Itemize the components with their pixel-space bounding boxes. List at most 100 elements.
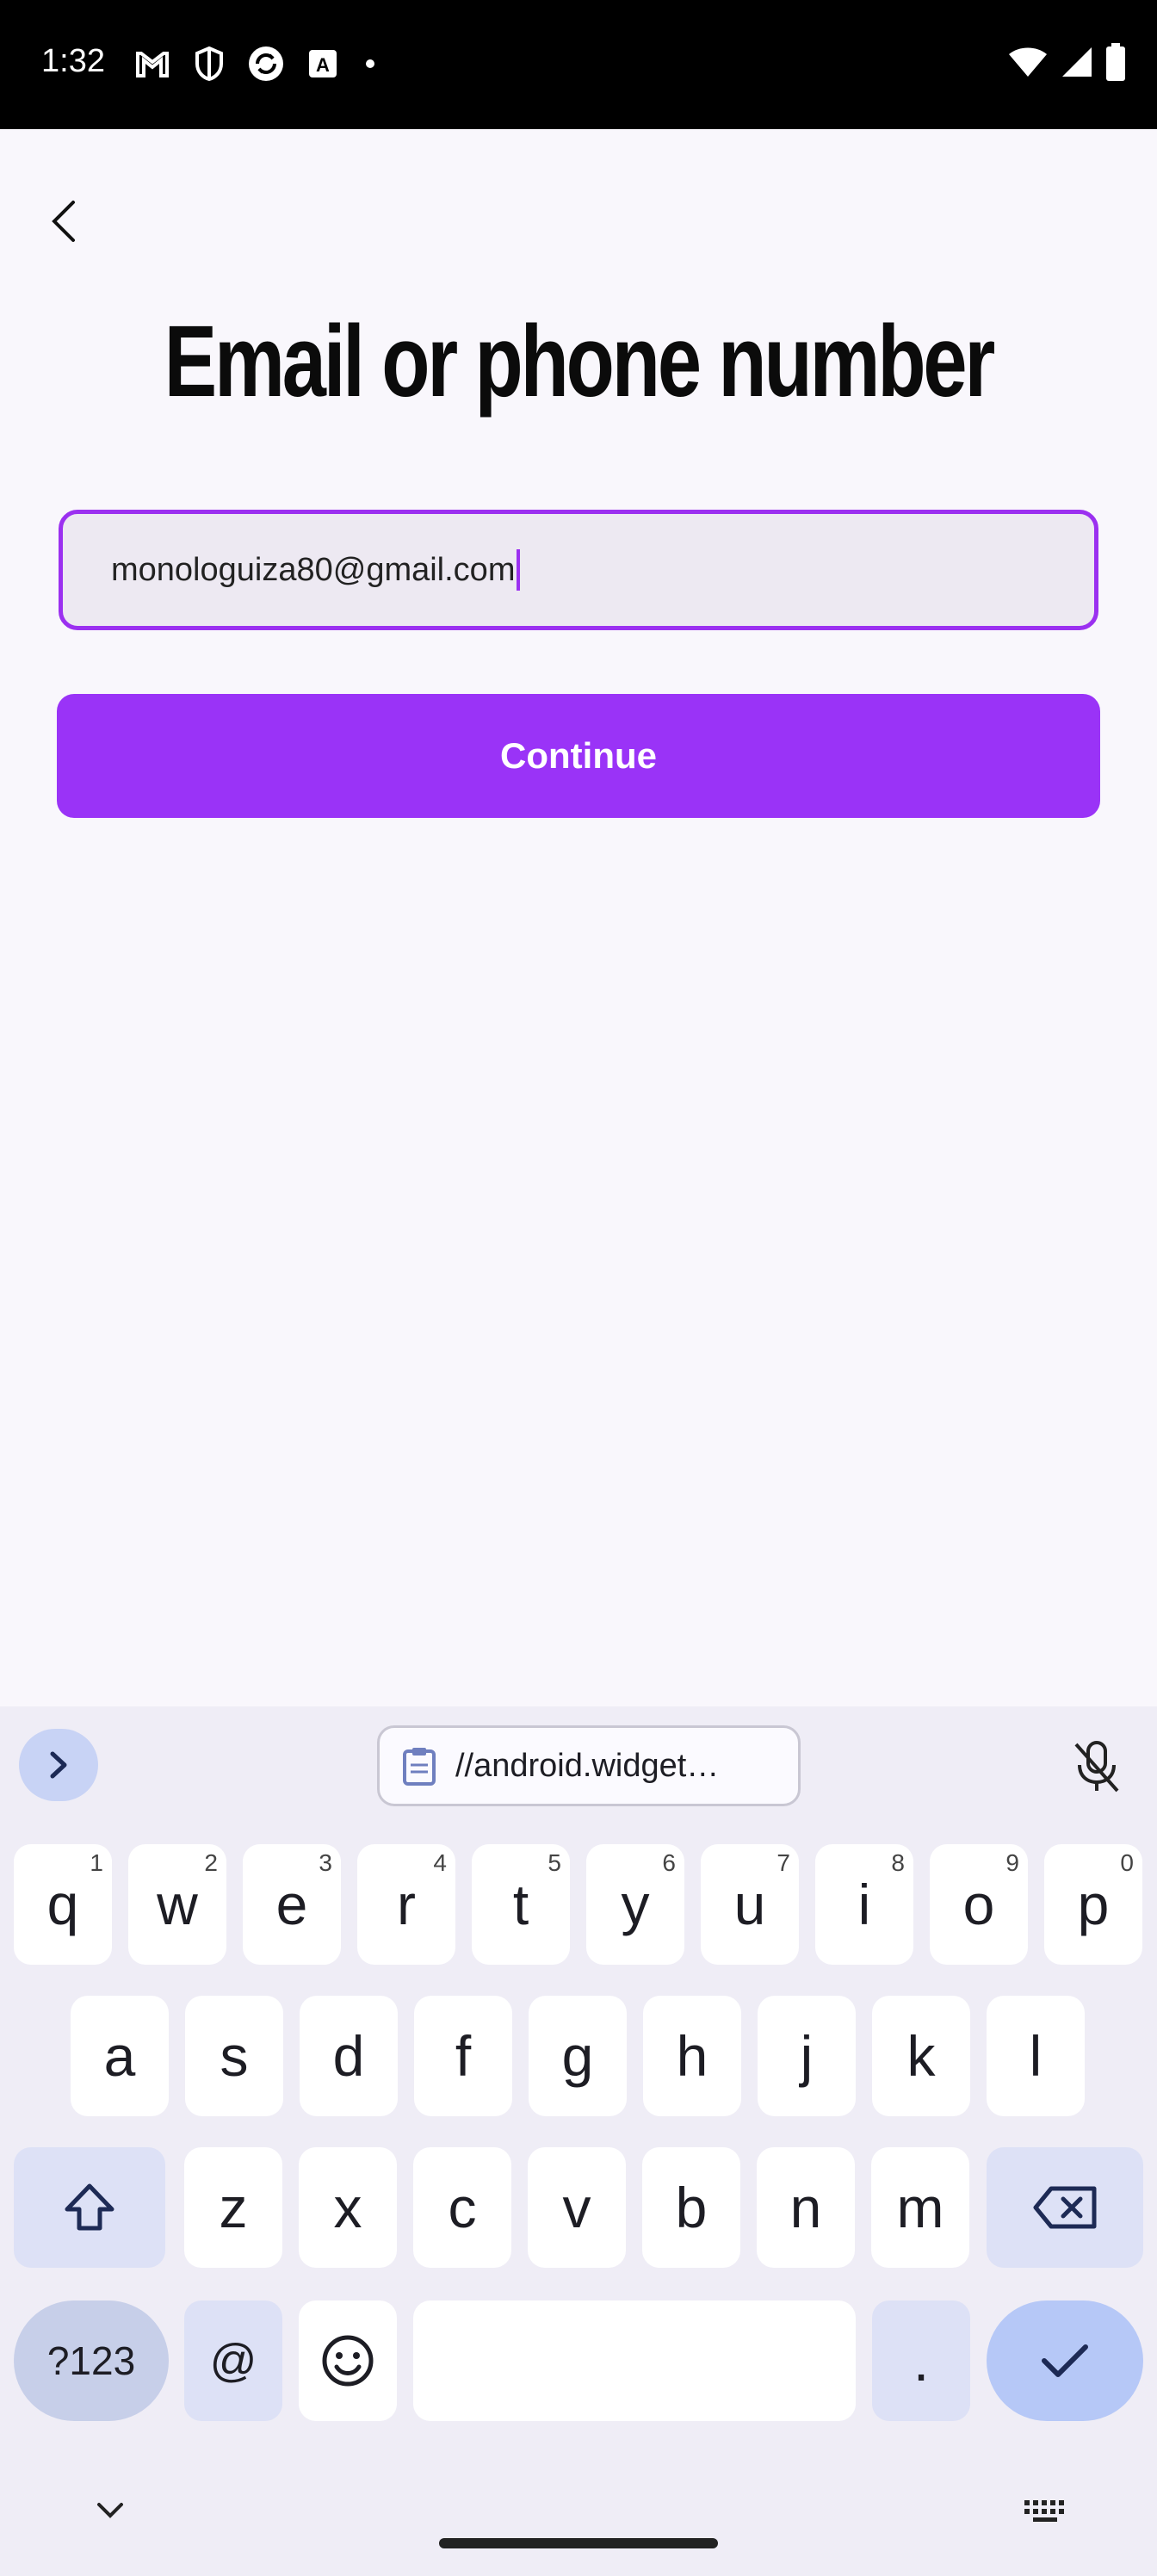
key-j[interactable]: j <box>758 1996 856 2116</box>
signal-icon <box>1061 46 1093 83</box>
emoji-icon <box>322 2335 374 2387</box>
key-d[interactable]: d <box>300 1996 398 2116</box>
key-label: f <box>455 2024 472 2088</box>
key-w[interactable]: w2 <box>128 1844 226 1965</box>
key-label: e <box>275 1873 308 1936</box>
key-label: x <box>333 2176 362 2239</box>
key-f[interactable]: f <box>414 1996 512 2116</box>
key-c[interactable]: c <box>413 2147 511 2268</box>
svg-text:A: A <box>316 54 330 76</box>
text-cursor <box>517 549 521 591</box>
key-s[interactable]: s <box>185 1996 283 2116</box>
email-field-value: monologuiza80@gmail.com <box>111 551 516 588</box>
key-e[interactable]: e3 <box>243 1844 341 1965</box>
shield-icon <box>190 45 228 83</box>
key-i[interactable]: i8 <box>815 1844 913 1965</box>
key-label: g <box>561 2024 594 2088</box>
chevron-left-icon <box>52 201 75 242</box>
key-k[interactable]: k <box>872 1996 970 2116</box>
key-hint: 7 <box>776 1849 790 1876</box>
key-hint: 6 <box>662 1849 676 1876</box>
key-a[interactable]: a <box>71 1996 169 2116</box>
key-label: m <box>896 2176 944 2239</box>
key-v[interactable]: v <box>528 2147 626 2268</box>
key-n[interactable]: n <box>757 2147 855 2268</box>
keyboard-icon <box>1024 2500 1064 2522</box>
key-hint: 5 <box>548 1849 561 1876</box>
key-m[interactable]: m <box>871 2147 969 2268</box>
symbols-key[interactable]: ?123 <box>14 2300 169 2421</box>
sync-icon <box>247 45 285 83</box>
keyboard: //android.widget… q1w2e3r4t5y6u7i8o9p0 a… <box>0 1706 1157 2576</box>
key-label: r <box>397 1873 416 1936</box>
key-label: b <box>675 2176 708 2239</box>
shift-key[interactable] <box>14 2147 165 2268</box>
period-key[interactable]: . <box>872 2300 970 2421</box>
key-label: c <box>448 2176 477 2239</box>
key-q[interactable]: q1 <box>14 1844 112 1965</box>
key-label: n <box>789 2176 822 2239</box>
key-label: q <box>46 1873 79 1936</box>
notification-dot <box>366 59 374 68</box>
key-r[interactable]: r4 <box>357 1844 455 1965</box>
backspace-key[interactable] <box>987 2147 1143 2268</box>
key-hint: 2 <box>204 1849 218 1876</box>
clipboard-text: //android.widget… <box>455 1747 720 1784</box>
toolbar-expand-button[interactable] <box>19 1729 98 1801</box>
key-label: j <box>800 2024 814 2088</box>
hide-keyboard-button[interactable] <box>91 2492 129 2530</box>
key-hint: 8 <box>891 1849 905 1876</box>
key-label: y <box>621 1873 650 1936</box>
key-t[interactable]: t5 <box>472 1844 570 1965</box>
gmail-icon <box>133 45 171 83</box>
key-g[interactable]: g <box>529 1996 627 2116</box>
key-hint: 4 <box>433 1849 447 1876</box>
mic-off-icon <box>1074 1741 1119 1793</box>
checkmark-icon <box>1042 2344 1088 2377</box>
key-x[interactable]: x <box>299 2147 397 2268</box>
shift-icon <box>65 2183 114 2231</box>
chevron-right-icon <box>50 1751 67 1779</box>
clipboard-suggestion[interactable]: //android.widget… <box>377 1725 801 1806</box>
at-key[interactable]: @ <box>184 2300 282 2421</box>
keyboard-toolbar: //android.widget… <box>0 1706 1157 1818</box>
wifi-icon <box>1007 46 1049 83</box>
chevron-down-icon <box>97 2503 123 2518</box>
continue-button[interactable]: Continue <box>57 694 1100 818</box>
email-field[interactable]: monologuiza80@gmail.com <box>59 510 1098 630</box>
key-o[interactable]: o9 <box>930 1844 1028 1965</box>
key-h[interactable]: h <box>643 1996 741 2116</box>
key-hint: 9 <box>1005 1849 1019 1876</box>
emoji-key[interactable] <box>299 2300 397 2421</box>
key-label: h <box>676 2024 708 2088</box>
status-time: 1:32 <box>41 43 105 79</box>
back-button[interactable] <box>38 191 90 251</box>
space-key[interactable] <box>413 2300 856 2421</box>
key-hint: 0 <box>1120 1849 1134 1876</box>
key-label: s <box>220 2024 249 2088</box>
mic-off-button[interactable] <box>1062 1732 1131 1801</box>
key-label: z <box>219 2176 248 2239</box>
key-label: v <box>562 2176 591 2239</box>
switch-keyboard-button[interactable] <box>1021 2492 1069 2530</box>
key-label: a <box>103 2024 136 2088</box>
key-l[interactable]: l <box>987 1996 1085 2116</box>
key-label: i <box>857 1873 871 1936</box>
key-label: d <box>332 2024 365 2088</box>
key-y[interactable]: y6 <box>586 1844 684 1965</box>
key-label: o <box>962 1873 995 1936</box>
status-bar: 1:32 A <box>0 0 1157 129</box>
key-p[interactable]: p0 <box>1044 1844 1142 1965</box>
enter-key[interactable] <box>987 2300 1143 2421</box>
clipboard-icon <box>403 1748 436 1786</box>
key-b[interactable]: b <box>642 2147 740 2268</box>
key-u[interactable]: u7 <box>701 1844 799 1965</box>
translate-icon: A <box>304 45 342 83</box>
battery-icon <box>1105 43 1126 85</box>
home-gesture-handle[interactable] <box>439 2538 718 2548</box>
key-label: p <box>1077 1873 1110 1936</box>
navigation-bar <box>0 2455 1157 2576</box>
key-z[interactable]: z <box>184 2147 282 2268</box>
key-hint: 3 <box>319 1849 332 1876</box>
key-hint: 1 <box>90 1849 103 1876</box>
